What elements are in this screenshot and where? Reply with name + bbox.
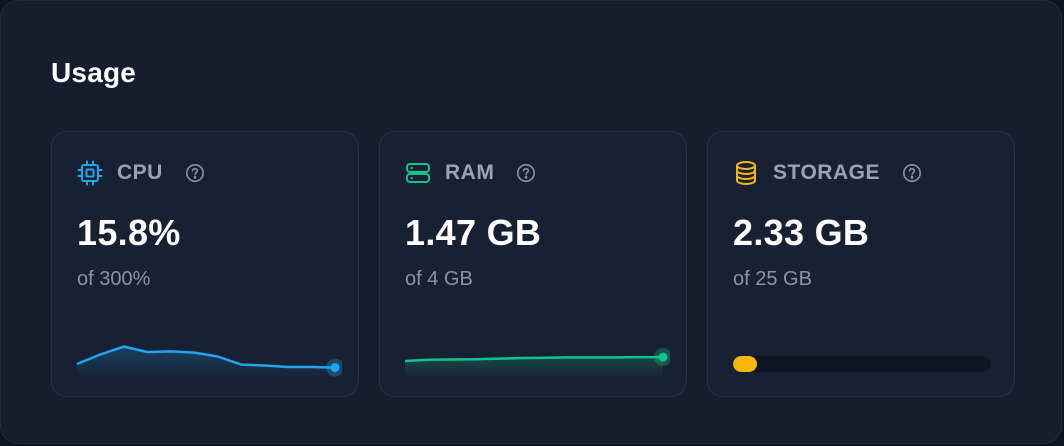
ram-card-header: RAM xyxy=(405,160,536,186)
storage-capacity: of 25 GB xyxy=(733,268,812,290)
cpu-card-header: CPU xyxy=(77,160,205,186)
storage-card: STORAGE 2.33 GB of 25 GB xyxy=(707,131,1015,397)
ram-capacity: of 4 GB xyxy=(405,268,473,290)
storage-progress-fill xyxy=(733,356,757,372)
cpu-label: CPU xyxy=(117,161,163,184)
cpu-sparkline-area xyxy=(77,346,335,378)
cpu-card: CPU 15.8% of 300% xyxy=(51,131,359,397)
storage-value: 2.33 GB xyxy=(733,212,870,253)
ram-sparkline xyxy=(404,348,670,378)
usage-panel: Usage CPU 15.8% of 300% RAM 1.47 GB of 4… xyxy=(0,0,1062,444)
ram-label: RAM xyxy=(445,161,495,184)
cpu-icon xyxy=(77,160,103,186)
storage-label: STORAGE xyxy=(773,161,880,184)
database-icon xyxy=(733,160,759,186)
ram-sparkline-current-point xyxy=(658,352,668,362)
cpu-capacity: of 300% xyxy=(77,268,151,290)
cpu-sparkline xyxy=(76,345,342,378)
cpu-help-icon[interactable] xyxy=(185,163,205,183)
storage-help-icon[interactable] xyxy=(902,163,922,183)
cpu-sparkline-current-point xyxy=(330,363,340,373)
storage-progress-bar xyxy=(733,356,991,372)
ram-card: RAM 1.47 GB of 4 GB xyxy=(379,131,687,397)
storage-card-header: STORAGE xyxy=(733,160,922,186)
server-icon xyxy=(405,160,431,186)
ram-value: 1.47 GB xyxy=(405,212,542,253)
panel-title: Usage xyxy=(51,57,137,88)
ram-help-icon[interactable] xyxy=(516,163,536,183)
cpu-value: 15.8% xyxy=(77,212,181,253)
